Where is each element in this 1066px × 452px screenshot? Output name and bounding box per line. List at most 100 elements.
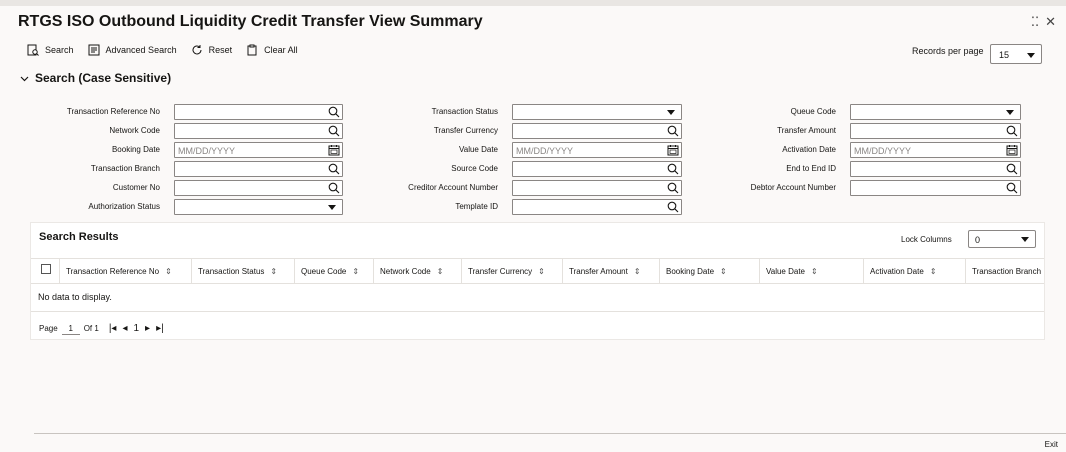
row-divider <box>31 311 1044 312</box>
column-header[interactable]: Booking Date ⇕ <box>659 259 759 283</box>
template-id-label: Template ID <box>455 202 498 211</box>
column-header[interactable]: Transaction Branch <box>965 259 1044 283</box>
column-header[interactable]: Transaction Status ⇕ <box>191 259 294 283</box>
page-label: Page <box>39 323 58 333</box>
search-section-header[interactable]: Search (Case Sensitive) <box>20 71 171 85</box>
search-icon[interactable] <box>667 201 679 213</box>
last-page-icon[interactable]: ▸| <box>156 323 164 334</box>
calendar-icon[interactable] <box>667 144 679 156</box>
current-page: 1 <box>133 322 140 334</box>
debtor-account-label: Debtor Account Number <box>750 183 836 192</box>
prev-page-icon[interactable]: ◂ <box>122 323 127 334</box>
search-icon[interactable] <box>667 125 679 137</box>
search-icon[interactable] <box>328 125 340 137</box>
booking-date-label: Booking Date <box>111 145 160 154</box>
chevron-down-icon <box>20 76 29 81</box>
search-icon[interactable] <box>1006 125 1018 137</box>
clear-all-label: Clear All <box>264 45 298 55</box>
sort-icon: ⇕ <box>633 267 641 276</box>
activation-date-label: Activation Date <box>782 145 836 154</box>
records-per-page-value: 15 <box>999 50 1010 60</box>
value-date-label: Value Date <box>459 145 498 154</box>
txn-status-select[interactable] <box>512 104 682 120</box>
page-title: RTGS ISO Outbound Liquidity Credit Trans… <box>18 13 483 30</box>
template-id-input[interactable] <box>512 199 682 215</box>
search-icon[interactable] <box>1006 163 1018 175</box>
chevron-down-icon <box>1027 53 1035 58</box>
records-per-page-label: Records per page <box>912 46 984 56</box>
advanced-search-button[interactable]: Advanced Search <box>88 44 177 56</box>
reset-icon <box>192 45 202 55</box>
search-icon[interactable] <box>667 163 679 175</box>
booking-date-input[interactable]: MM/DD/YYYY <box>174 142 343 158</box>
value-date-input[interactable]: MM/DD/YYYY <box>512 142 682 158</box>
clipboard-icon <box>247 44 257 56</box>
activation-date-input[interactable]: MM/DD/YYYY <box>850 142 1021 158</box>
sort-icon: ⇕ <box>929 267 937 276</box>
chevron-down-icon <box>1021 237 1029 242</box>
pagination: Page 1 Of 1 |◂ ◂ 1 ▸ ▸| <box>39 321 164 335</box>
auth-status-select[interactable] <box>174 199 343 215</box>
transfer-currency-input[interactable] <box>512 123 682 139</box>
search-button[interactable]: Search <box>27 44 74 56</box>
top-strip <box>0 0 1066 6</box>
toolbar: Search Advanced Search Reset Clear All <box>27 44 312 56</box>
network-code-input[interactable] <box>174 123 343 139</box>
results-table-header: Transaction Reference No ⇕ Transaction St… <box>31 258 1044 284</box>
search-icon[interactable] <box>328 106 340 118</box>
creditor-account-input[interactable] <box>512 180 682 196</box>
search-icon[interactable] <box>328 182 340 194</box>
source-code-input[interactable] <box>512 161 682 177</box>
exit-button[interactable]: Exit <box>1045 440 1058 449</box>
search-icon[interactable] <box>1006 182 1018 194</box>
customer-no-input[interactable] <box>174 180 343 196</box>
sort-icon: ⇕ <box>352 267 360 276</box>
next-page-icon[interactable]: ▸ <box>145 323 150 334</box>
transfer-currency-label: Transfer Currency <box>433 126 498 135</box>
column-header[interactable]: Queue Code ⇕ <box>294 259 373 283</box>
column-header[interactable]: Value Date ⇕ <box>759 259 863 283</box>
records-per-page-select[interactable]: 15 <box>990 44 1042 64</box>
source-code-label: Source Code <box>451 164 498 173</box>
end-to-end-input[interactable] <box>850 161 1021 177</box>
auth-status-label: Authorization Status <box>88 202 160 211</box>
queue-code-select[interactable] <box>850 104 1021 120</box>
footer-divider <box>34 433 1066 434</box>
page-number-input[interactable]: 1 <box>61 321 80 335</box>
reset-button[interactable]: Reset <box>191 44 232 56</box>
lock-columns-value: 0 <box>975 235 981 245</box>
customer-no-label: Customer No <box>112 183 160 192</box>
search-button-label: Search <box>45 45 74 55</box>
debtor-account-input[interactable] <box>850 180 1021 196</box>
search-doc-icon <box>27 44 39 56</box>
column-header[interactable]: Transfer Amount ⇕ <box>562 259 659 283</box>
lock-columns-select[interactable]: 0 <box>968 230 1036 248</box>
column-header[interactable]: Network Code ⇕ <box>373 259 461 283</box>
search-results-panel: Search Results Lock Columns 0 Transactio… <box>30 222 1045 340</box>
first-page-icon[interactable]: |◂ <box>109 323 117 334</box>
chevron-down-icon <box>328 205 336 210</box>
page-of-label: Of 1 <box>83 323 99 333</box>
column-header[interactable]: Transfer Currency ⇕ <box>461 259 562 283</box>
transfer-amount-label: Transfer Amount <box>777 126 836 135</box>
select-all-checkbox[interactable] <box>41 264 51 274</box>
creditor-account-label: Creditor Account Number <box>408 183 498 192</box>
close-icon[interactable]: ✕ <box>1045 14 1056 30</box>
window-controls: ⁚⁚ ✕ <box>1031 14 1056 30</box>
calendar-icon[interactable] <box>328 144 340 156</box>
column-header[interactable]: Transaction Reference No ⇕ <box>59 259 191 283</box>
clear-all-button[interactable]: Clear All <box>246 44 298 56</box>
expand-icon[interactable]: ⁚⁚ <box>1031 14 1039 30</box>
txn-ref-input[interactable] <box>174 104 343 120</box>
column-header[interactable]: Activation Date ⇕ <box>863 259 965 283</box>
chevron-down-icon <box>1006 110 1014 115</box>
transfer-amount-input[interactable] <box>850 123 1021 139</box>
search-icon[interactable] <box>667 182 679 194</box>
sort-icon: ⇕ <box>811 267 818 276</box>
txn-branch-input[interactable] <box>174 161 343 177</box>
calendar-icon[interactable] <box>1006 144 1018 156</box>
sort-icon: ⇕ <box>165 267 172 276</box>
search-icon[interactable] <box>328 163 340 175</box>
lock-columns-label: Lock Columns <box>901 235 952 244</box>
network-code-label: Network Code <box>109 126 160 135</box>
